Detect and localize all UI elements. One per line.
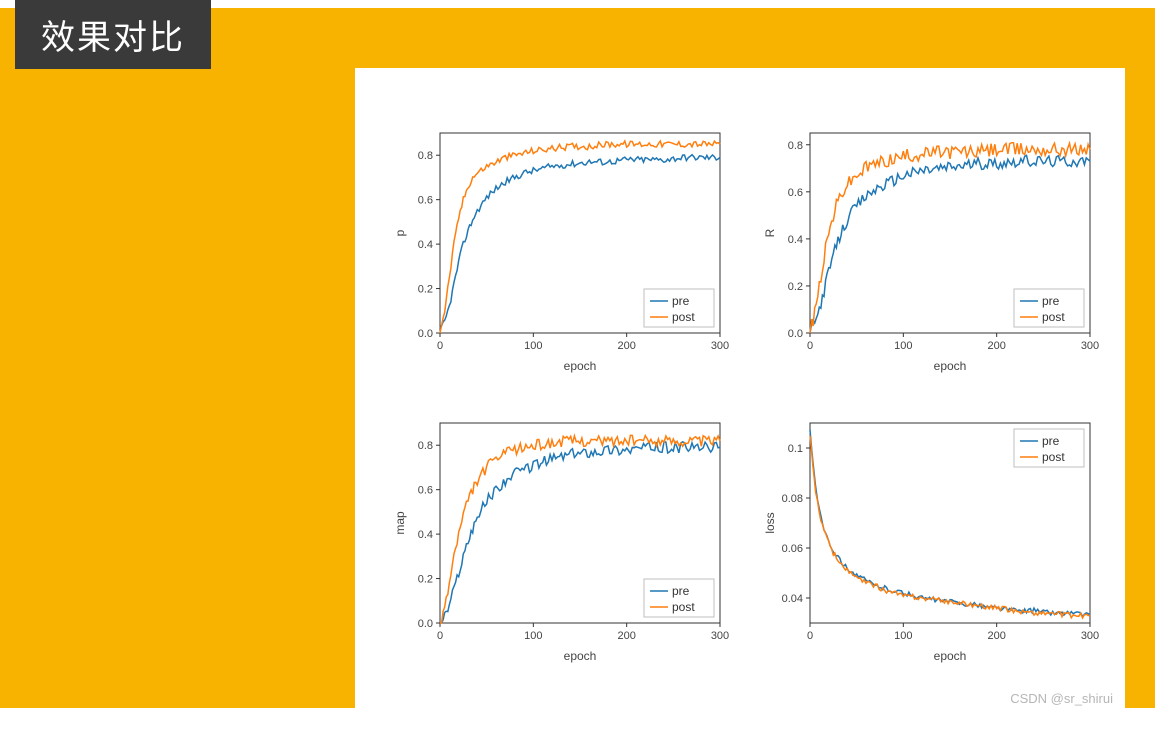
watermark: CSDN @sr_shirui <box>1010 691 1113 706</box>
svg-text:0.04: 0.04 <box>782 593 803 605</box>
svg-text:100: 100 <box>894 630 912 642</box>
svg-text:200: 200 <box>987 340 1005 352</box>
svg-text:0.6: 0.6 <box>418 485 433 497</box>
svg-text:0: 0 <box>437 630 443 642</box>
page: 效果对比 0 100 200 300 0.0 0.2 0.4 0.6 0.8 epoch p pre p… <box>0 0 1155 736</box>
svg-text:epoch: epoch <box>564 359 597 373</box>
svg-text:0: 0 <box>807 630 813 642</box>
svg-text:epoch: epoch <box>934 359 967 373</box>
chart-r: 0 100 200 300 0.0 0.2 0.4 0.6 0.8 epoch Rpre post <box>760 123 1100 378</box>
svg-text:0.08: 0.08 <box>782 493 803 505</box>
svg-text:post: post <box>1042 450 1065 464</box>
svg-text:post: post <box>672 600 695 614</box>
svg-text:0.1: 0.1 <box>788 443 803 455</box>
svg-text:0.0: 0.0 <box>418 618 433 630</box>
svg-text:0.4: 0.4 <box>418 239 433 251</box>
svg-text:0.8: 0.8 <box>788 140 803 152</box>
svg-text:0.06: 0.06 <box>782 543 803 555</box>
svg-text:300: 300 <box>711 630 729 642</box>
svg-text:0.8: 0.8 <box>418 440 433 452</box>
svg-text:0.8: 0.8 <box>418 150 433 162</box>
svg-text:100: 100 <box>524 630 542 642</box>
svg-text:200: 200 <box>987 630 1005 642</box>
chart-map: 0 100 200 300 0.0 0.2 0.4 0.6 0.8 epoch map pre post <box>390 413 730 668</box>
svg-text:300: 300 <box>1081 340 1099 352</box>
svg-text:100: 100 <box>524 340 542 352</box>
svg-text:0.0: 0.0 <box>788 328 803 340</box>
svg-text:R: R <box>763 228 777 237</box>
svg-text:pre: pre <box>1042 434 1060 448</box>
svg-text:0: 0 <box>807 340 813 352</box>
svg-text:0: 0 <box>437 340 443 352</box>
svg-text:0.2: 0.2 <box>788 281 803 293</box>
svg-text:200: 200 <box>617 630 635 642</box>
svg-text:epoch: epoch <box>934 649 967 663</box>
chart-figure: 0 100 200 300 0.0 0.2 0.4 0.6 0.8 epoch p pre post 0… <box>355 68 1125 712</box>
page-title: 效果对比 <box>15 0 211 69</box>
svg-text:post: post <box>1042 310 1065 324</box>
svg-text:0.4: 0.4 <box>788 234 803 246</box>
chart-p: 0 100 200 300 0.0 0.2 0.4 0.6 0.8 epoch p pre post <box>390 123 730 378</box>
svg-text:0.4: 0.4 <box>418 529 433 541</box>
svg-text:0.6: 0.6 <box>418 195 433 207</box>
svg-text:epoch: epoch <box>564 649 597 663</box>
svg-text:0.0: 0.0 <box>418 328 433 340</box>
svg-text:loss: loss <box>763 512 777 533</box>
chart-loss: 0 100 200 300 0.04 0.06 0.08 0.1 epoch loss pre pos… <box>760 413 1100 668</box>
svg-text:post: post <box>672 310 695 324</box>
svg-text:pre: pre <box>1042 294 1060 308</box>
svg-text:pre: pre <box>672 584 690 598</box>
svg-text:300: 300 <box>1081 630 1099 642</box>
svg-text:map: map <box>393 511 407 535</box>
svg-text:pre: pre <box>672 294 690 308</box>
svg-text:300: 300 <box>711 340 729 352</box>
svg-text:200: 200 <box>617 340 635 352</box>
svg-text:p: p <box>393 229 407 236</box>
svg-text:0.6: 0.6 <box>788 187 803 199</box>
svg-text:100: 100 <box>894 340 912 352</box>
svg-text:0.2: 0.2 <box>418 574 433 586</box>
svg-text:0.2: 0.2 <box>418 284 433 296</box>
